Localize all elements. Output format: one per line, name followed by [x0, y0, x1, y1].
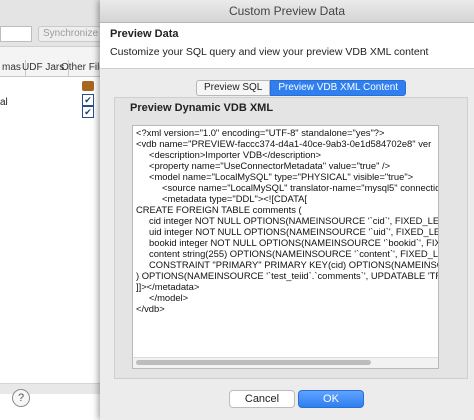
- ok-button[interactable]: OK: [298, 390, 364, 408]
- cancel-button[interactable]: Cancel: [229, 390, 295, 408]
- background-input[interactable]: [0, 26, 32, 42]
- scrollbar-thumb[interactable]: [136, 360, 371, 365]
- dialog-title: Custom Preview Data: [100, 0, 474, 23]
- list-item: al: [0, 97, 8, 108]
- header-description: Customize your SQL query and view your p…: [110, 46, 429, 58]
- help-button[interactable]: ?: [12, 389, 30, 407]
- xml-panel: Preview Dynamic VDB XML <?xml version="1…: [114, 97, 468, 379]
- background-list: [0, 77, 100, 420]
- tab-preview-vdb-xml-content[interactable]: Preview VDB XML Content: [270, 80, 407, 96]
- xml-text-area[interactable]: <?xml version="1.0" encoding="UTF-8" sta…: [132, 125, 439, 369]
- tab-preview-sql[interactable]: Preview SQL: [196, 80, 271, 96]
- checkbox-icon[interactable]: ✔: [82, 94, 94, 106]
- tab-bar: Preview SQL Preview VDB XML Content: [196, 80, 407, 96]
- xml-content: <?xml version="1.0" encoding="UTF-8" sta…: [136, 127, 439, 314]
- horizontal-scrollbar[interactable]: [133, 357, 438, 368]
- model-icon: [82, 81, 94, 91]
- checkbox-icon[interactable]: ✔: [82, 106, 94, 118]
- panel-title: Preview Dynamic VDB XML: [130, 102, 274, 114]
- dialog-header: Preview Data Customize your SQL query an…: [100, 23, 474, 69]
- header-title: Preview Data: [110, 28, 179, 40]
